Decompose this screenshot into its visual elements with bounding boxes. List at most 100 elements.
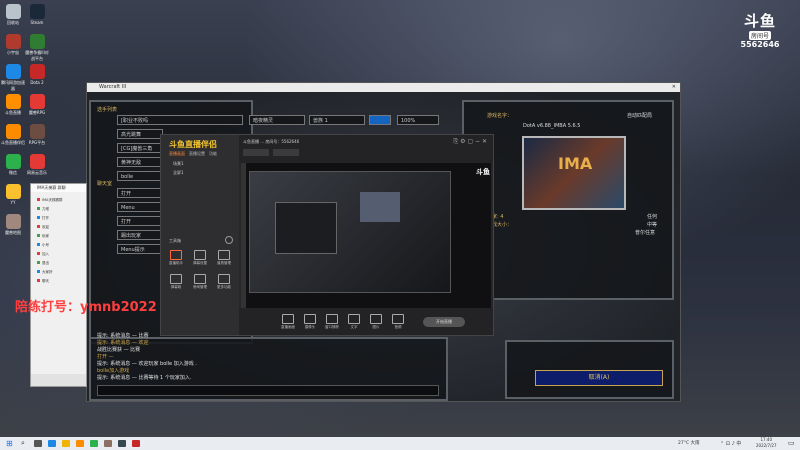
desktop-icon[interactable]: 微信 [1,154,25,176]
desktop-icon[interactable]: 魔兽地图 [1,214,25,236]
toolbox-tool[interactable]: 道具管理 [215,250,233,266]
chat-member-dot [37,234,40,237]
stream-app-window[interactable]: 斗鱼直播伴侣 直播画面 直播设置 功能 场景1 全屏1 工具箱 直播助手 弹幕设置 道具管… [160,134,494,336]
game-menu-button[interactable]: Menu提示 [117,244,163,254]
task-view-icon[interactable] [34,440,42,447]
windows-start-icon[interactable]: ⊞ [6,439,13,448]
tool-label: 道具管理 [217,261,231,265]
weather-widget[interactable]: 27°C 大雨 [678,440,700,446]
stream-option-2[interactable] [273,149,299,156]
game-window-title: Warcraft III [99,84,127,90]
bottom-tool[interactable]: 文字 [345,314,363,330]
desktop-icon[interactable]: 斗鱼直播 [1,94,25,116]
game-menu-button[interactable]: 踢出玩家 [117,230,163,240]
bottom-tool[interactable]: 直播画面 [279,314,297,330]
game-name: DotA v6.88_IMBA 5.6.5 [523,123,581,129]
desktop-icon-label: 魔兽RPG [28,110,46,115]
go-live-button[interactable]: 开始直播 [423,317,465,327]
stream-app-bottombar: 直播画面 摄像头 窗口捕获 文字 图片 音频 开始直播 [239,308,493,335]
desktop-icon[interactable]: 斗鱼直播伴侣 [1,124,25,146]
color-field[interactable] [369,115,391,125]
race-field[interactable]: 暗夜精灵 [249,115,305,125]
bottom-tool[interactable]: 图片 [367,314,385,330]
scene-item[interactable]: 场景1 [173,161,184,167]
taskbar: ⊞ ⌕ 27°C 大雨 ⌃ ⊡ ♪ 中 17:40 2022/7/27 ▭ [0,437,800,450]
desktop-icon-label: Dota 2 [30,80,44,85]
desktop-icon[interactable]: 回收站 [1,4,25,26]
game-menu-button[interactable]: 黄神无敌 [117,157,163,167]
steam-taskbar-icon[interactable] [118,440,126,447]
setting-3: 普尔任意 [635,230,656,236]
tool-icon [194,250,206,260]
window-controls[interactable]: ⎘ ⚙ ▢ − ✕ [453,138,487,146]
toolbox-tool[interactable]: 直播助手 [167,250,185,266]
chat-list-item[interactable]: 玩家 [37,234,49,239]
scene-item[interactable]: 全屏1 [173,170,184,176]
desktop-icon[interactable]: Dota 2 [25,64,49,85]
chat-list-item[interactable]: 欢迎 [37,225,49,230]
edge-icon[interactable] [48,440,56,447]
explorer-icon[interactable] [62,440,70,447]
stream-tab[interactable]: 直播画面 [169,151,185,157]
stream-tab[interactable]: 功能 [209,151,217,157]
chat-list-item[interactable]: 退出 [37,261,49,266]
bottom-tool[interactable]: 音频 [389,314,407,330]
bottom-tool[interactable]: 摄像头 [301,314,319,330]
bottom-tool[interactable]: 窗口捕获 [323,314,341,330]
setting-2: 中等 [647,222,658,228]
notification-icon[interactable]: ▭ [788,439,795,447]
chat-list-item[interactable]: 加入 [37,252,49,257]
chat-window[interactable]: IMA天梯赛 群聊 IMA天梯赛群 刀塔 打开 欢迎 玩家 小号 加入 退出 大家好 聊天 [30,183,87,387]
tool-icon [218,250,230,260]
game-window-titlebar[interactable]: Warcraft III ✕ [87,83,680,92]
douyu-taskbar-icon[interactable] [76,440,84,447]
game-menu-button[interactable]: [CG]魔兽三角 [117,143,163,153]
desktop-icon-label: 腾讯网游加速器 [1,80,25,91]
chat-member-line: 聊天 [42,279,49,283]
toolbox-tool[interactable]: 更多功能 [215,274,233,290]
warcraft-taskbar-icon[interactable] [104,440,112,447]
room-number: 5562646 [740,40,780,49]
game-menu-button[interactable]: 高光跳舞 [117,129,163,139]
desktop-icon[interactable]: 魔兽RPG [25,94,49,116]
handicap-field[interactable]: 100% [397,115,439,125]
toolbox-tool[interactable]: 弹幕姬 [167,274,185,290]
chat-list-item[interactable]: 刀塔 [37,207,49,212]
chat-input[interactable] [97,385,439,396]
search-icon[interactable]: ⌕ [21,439,25,448]
desktop-icon[interactable]: Steam [25,4,49,25]
desktop-icon[interactable]: 魔兽争霸III对战平台 [25,34,49,62]
game-menu-button[interactable]: [职业不败吗 [117,115,243,125]
game-menu-button[interactable]: bolle [117,171,163,181]
stream-tab[interactable]: 直播设置 [189,151,205,157]
chat-member-dot [37,207,40,210]
chat-list-item[interactable]: 打开 [37,216,49,221]
clock[interactable]: 17:40 2022/7/27 [756,437,777,449]
chat-member-dot [37,279,40,282]
game-menu-button[interactable]: 打开 [117,216,163,226]
close-icon[interactable]: ✕ [672,83,676,92]
chat-member-dot [37,216,40,219]
team-field[interactable]: 兽族 1 [309,115,365,125]
lobby-chat-line: 提示: 系统消息 — 比赛等待 1 个玩家加入. [97,375,192,381]
desktop-icon[interactable]: 网易云音乐 [25,154,49,176]
desktop-icon[interactable]: RPG平台 [25,124,49,146]
tray-icons[interactable]: ⌃ ⊡ ♪ 中 [720,440,741,447]
cancel-button[interactable]: 取消(A) [535,370,663,386]
lobby-chat-line: 提示: 系统消息 — 比赛 [97,333,149,339]
chat-list-item[interactable]: 小号 [37,243,49,248]
toolbox-tool[interactable]: 弹幕设置 [191,250,209,266]
chat-list-item[interactable]: IMA天梯赛群 [37,198,62,203]
toolbox-tool[interactable]: 房间管理 [191,274,209,290]
game-menu-button[interactable]: Menu [117,202,163,212]
chat-list-item[interactable]: 大家好 [37,270,53,275]
toolbox-settings-icon[interactable] [225,236,233,244]
chat-list-item[interactable]: 聊天 [37,279,49,284]
desktop-icon[interactable]: 腾讯网游加速器 [1,64,25,92]
wechat-taskbar-icon[interactable] [90,440,98,447]
stream-option-1[interactable] [243,149,269,156]
desktop-icon[interactable]: 小宇宙 [1,34,25,56]
bottom-tool-label: 窗口捕获 [325,325,339,329]
desktop-icon[interactable]: YY [1,184,25,205]
app-taskbar-icon[interactable] [132,440,140,447]
